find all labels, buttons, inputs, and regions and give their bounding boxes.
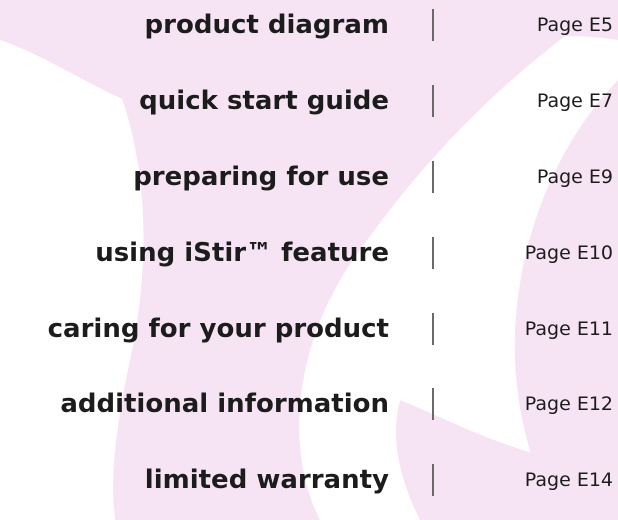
toc-divider bbox=[432, 464, 434, 496]
toc-page-number: Page E9 bbox=[536, 166, 613, 188]
toc-divider bbox=[432, 313, 434, 345]
toc-divider bbox=[432, 9, 434, 41]
toc-page-number: Page E11 bbox=[524, 318, 613, 340]
toc-page-number: Page E10 bbox=[524, 242, 613, 264]
toc-divider bbox=[432, 237, 434, 269]
toc-entry-title: limited warranty bbox=[144, 465, 389, 495]
toc-page-number: Page E12 bbox=[524, 393, 613, 415]
toc-entry-title: product diagram bbox=[144, 10, 389, 40]
toc-page-number: Page E5 bbox=[536, 14, 613, 36]
toc-row[interactable]: quick start guide Page E7 bbox=[0, 81, 618, 121]
toc-entry-title: preparing for use bbox=[133, 162, 389, 192]
toc-entry-title: quick start guide bbox=[139, 86, 389, 116]
toc-page-number: Page E14 bbox=[524, 469, 613, 491]
toc-row[interactable]: product diagram Page E5 bbox=[0, 5, 618, 45]
toc-row[interactable]: using iStir™ feature Page E10 bbox=[0, 233, 618, 273]
toc-row[interactable]: limited warranty Page E14 bbox=[0, 460, 618, 500]
toc-entry-title: additional information bbox=[60, 389, 389, 419]
toc-row[interactable]: additional information Page E12 bbox=[0, 384, 618, 424]
toc-divider bbox=[432, 85, 434, 117]
toc-row[interactable]: caring for your product Page E11 bbox=[0, 309, 618, 349]
table-of-contents: product diagram Page E5 quick start guid… bbox=[0, 0, 618, 520]
toc-divider bbox=[432, 388, 434, 420]
toc-entry-title: using iStir™ feature bbox=[95, 238, 389, 268]
toc-page-number: Page E7 bbox=[536, 90, 613, 112]
toc-entry-title: caring for your product bbox=[47, 314, 389, 344]
toc-row[interactable]: preparing for use Page E9 bbox=[0, 157, 618, 197]
toc-divider bbox=[432, 161, 434, 193]
